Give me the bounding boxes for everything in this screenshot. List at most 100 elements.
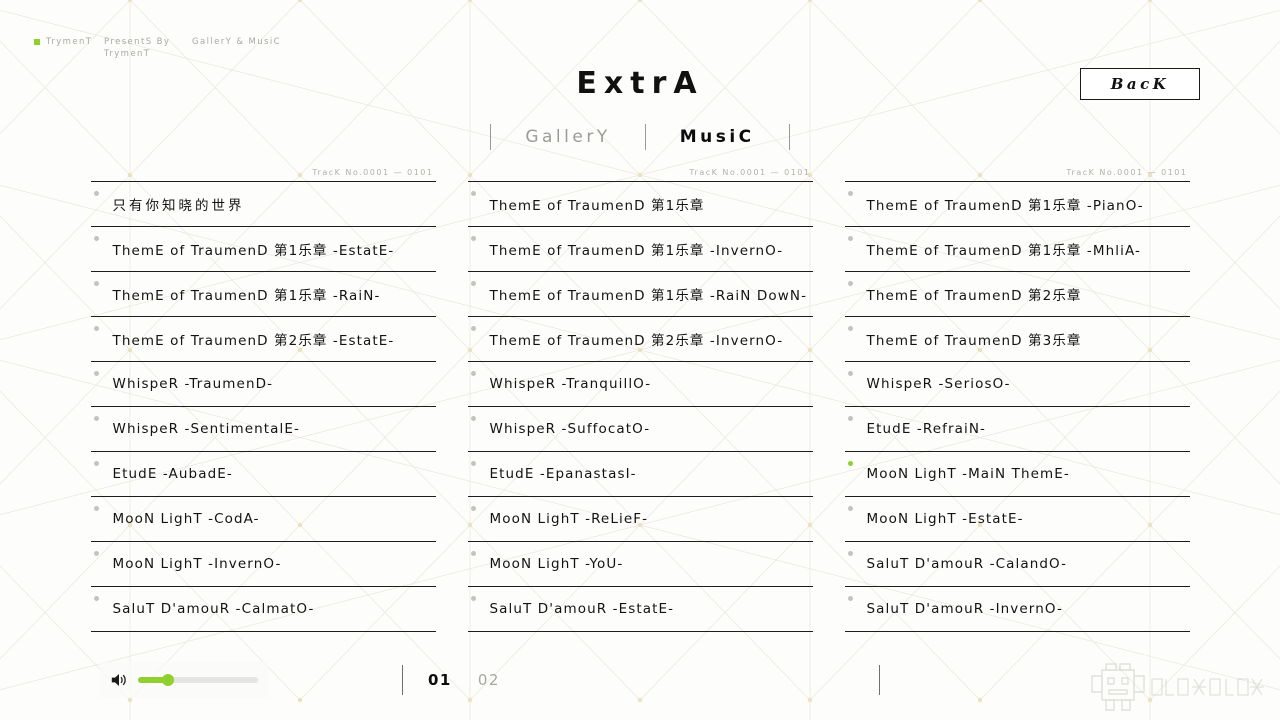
- track-playing-dot-icon: [847, 461, 853, 466]
- track-list: 只有你知晓的世界 ThemE of TraumenD 第1乐章 -EstatE- T…: [90, 181, 436, 632]
- track-dot-icon: [93, 551, 99, 556]
- logo-wordmark: [1151, 678, 1264, 696]
- track-title: EtudE -AubadE-: [112, 466, 233, 482]
- page-button-02[interactable]: 02: [478, 671, 500, 689]
- track-dot-icon: [93, 236, 99, 241]
- track-title: WhispeR -TranquillO-: [489, 376, 652, 392]
- brand-logo: [1088, 660, 1266, 712]
- track-row[interactable]: ThemE of TraumenD 第3乐章: [844, 316, 1190, 361]
- track-row[interactable]: MooN LighT -EstatE-: [844, 496, 1190, 541]
- track-row[interactable]: WhispeR -TranquillO-: [467, 361, 813, 406]
- track-list: ThemE of TraumenD 第1乐章 ThemE of TraumenD …: [467, 181, 813, 632]
- track-list: ThemE of TraumenD 第1乐章 -PianO- ThemE of T…: [844, 181, 1190, 632]
- track-dot-icon: [847, 191, 853, 196]
- track-row[interactable]: ThemE of TraumenD 第1乐章 -InvernO-: [467, 226, 813, 271]
- breadcrumb-item-gallery-and-music: GallerY & MusiC: [192, 37, 281, 47]
- track-row[interactable]: ThemE of TraumenD 第1乐章 -MhliA-: [844, 226, 1190, 271]
- track-row[interactable]: MooN LighT -ReLieF-: [467, 496, 813, 541]
- track-title: MooN LighT -MaiN ThemE-: [866, 466, 1070, 482]
- back-button[interactable]: BacK: [1080, 68, 1200, 100]
- track-title: SaluT D'amouR -CalandO-: [866, 556, 1068, 572]
- track-row[interactable]: WhispeR -SeriosO-: [844, 361, 1190, 406]
- track-row[interactable]: WhispeR -TraumenD-: [90, 361, 436, 406]
- volume-slider-knob[interactable]: [162, 674, 174, 686]
- page-button-01[interactable]: 01: [428, 671, 452, 689]
- track-row[interactable]: ThemE of TraumenD 第1乐章 -RaiN DowN-: [467, 271, 813, 316]
- track-dot-icon: [847, 416, 853, 421]
- track-dot-icon: [470, 596, 476, 601]
- track-title: ThemE of TraumenD 第1乐章 -InvernO-: [489, 243, 784, 259]
- pixel-robot-icon: [1091, 663, 1145, 711]
- track-dot-icon: [470, 551, 476, 556]
- track-title: MooN LighT -EstatE-: [866, 511, 1024, 527]
- track-row[interactable]: EtudE -AubadE-: [90, 451, 436, 496]
- track-row[interactable]: SaluT D'amouR -CalmatO-: [90, 586, 436, 631]
- track-dot-icon: [93, 371, 99, 376]
- track-row[interactable]: ThemE of TraumenD 第1乐章 -EstatE-: [90, 226, 436, 271]
- track-title: MooN LighT -CodA-: [112, 511, 260, 527]
- track-row[interactable]: WhispeR -SentimentalE-: [90, 406, 436, 451]
- track-dot-icon: [847, 326, 853, 331]
- track-title: ThemE of TraumenD 第1乐章 -RaiN-: [112, 288, 381, 304]
- track-column: TracK No.0001 — 0101 ThemE of TraumenD 第1…: [844, 168, 1190, 632]
- track-dot-icon: [847, 506, 853, 511]
- track-dot-icon: [847, 596, 853, 601]
- music-gallery-screen: TrymenT PresentS By TrymenT GallerY & Mu…: [0, 0, 1280, 720]
- track-row[interactable]: ThemE of TraumenD 第2乐章 -EstatE-: [90, 316, 436, 361]
- track-dot-icon: [470, 506, 476, 511]
- track-title: SaluT D'amouR -InvernO-: [866, 601, 1063, 617]
- track-title: ThemE of TraumenD 第2乐章 -EstatE-: [112, 333, 395, 349]
- track-row[interactable]: ThemE of TraumenD 第1乐章 -PianO-: [844, 181, 1190, 226]
- track-row[interactable]: SaluT D'amouR -EstatE-: [467, 586, 813, 631]
- track-dot-icon: [93, 461, 99, 466]
- track-row[interactable]: MooN LighT -CodA-: [90, 496, 436, 541]
- track-dot-icon: [470, 461, 476, 466]
- track-title: WhispeR -SentimentalE-: [112, 421, 301, 437]
- speaker-icon[interactable]: [110, 672, 128, 688]
- track-dot-icon: [93, 326, 99, 331]
- track-row[interactable]: 只有你知晓的世界: [90, 181, 436, 226]
- track-title: ThemE of TraumenD 第1乐章: [489, 198, 705, 214]
- track-dot-icon: [93, 416, 99, 421]
- track-dot-icon: [93, 191, 99, 196]
- track-dot-icon: [93, 596, 99, 601]
- track-row[interactable]: ThemE of TraumenD 第1乐章 -RaiN-: [90, 271, 436, 316]
- tab-gallery[interactable]: GallerY: [491, 124, 644, 150]
- player-separator-right: [879, 665, 880, 695]
- track-row[interactable]: MooN LighT -MaiN ThemE-: [844, 451, 1190, 496]
- volume-slider[interactable]: [138, 674, 258, 686]
- track-row[interactable]: MooN LighT -InvernO-: [90, 541, 436, 586]
- tab-music[interactable]: MusiC: [646, 124, 789, 150]
- player-separator-left: [402, 665, 403, 695]
- volume-control[interactable]: [100, 662, 268, 698]
- tab-separator-right: [788, 124, 790, 150]
- track-column: TracK No.0001 — 0101 只有你知晓的世界 ThemE of Tra…: [90, 168, 436, 632]
- tab-bar: GallerY MusiC: [0, 124, 1280, 150]
- track-dot-icon: [847, 281, 853, 286]
- track-row[interactable]: SaluT D'amouR -InvernO-: [844, 586, 1190, 631]
- track-title: WhispeR -TraumenD-: [112, 376, 274, 392]
- track-row[interactable]: ThemE of TraumenD 第1乐章: [467, 181, 813, 226]
- track-row[interactable]: EtudE -EpanastasI-: [467, 451, 813, 496]
- track-title: ThemE of TraumenD 第1乐章 -RaiN DowN-: [489, 288, 808, 304]
- track-column-header: TracK No.0001 — 0101: [689, 168, 811, 177]
- track-row[interactable]: ThemE of TraumenD 第2乐章 -InvernO-: [467, 316, 813, 361]
- track-column-header: TracK No.0001 — 0101: [1066, 168, 1188, 177]
- track-row[interactable]: SaluT D'amouR -CalandO-: [844, 541, 1190, 586]
- track-title: MooN LighT -InvernO-: [112, 556, 282, 572]
- track-row[interactable]: WhispeR -SuffocatO-: [467, 406, 813, 451]
- track-row[interactable]: MooN LighT -YoU-: [467, 541, 813, 586]
- track-row[interactable]: EtudE -RefraiN-: [844, 406, 1190, 451]
- breadcrumb-item-tryment: TrymenT: [46, 37, 93, 47]
- track-dot-icon: [470, 326, 476, 331]
- track-title: EtudE -EpanastasI-: [489, 466, 637, 482]
- track-column: TracK No.0001 — 0101 ThemE of TraumenD 第1…: [467, 168, 813, 632]
- track-dot-icon: [470, 416, 476, 421]
- track-title: WhispeR -SeriosO-: [866, 376, 1011, 392]
- track-dot-icon: [847, 551, 853, 556]
- track-row[interactable]: ThemE of TraumenD 第2乐章: [844, 271, 1190, 316]
- track-title: EtudE -RefraiN-: [866, 421, 987, 437]
- track-column-header: TracK No.0001 — 0101: [312, 168, 434, 177]
- track-dot-icon: [847, 236, 853, 241]
- track-title: ThemE of TraumenD 第1乐章 -MhliA-: [866, 243, 1141, 259]
